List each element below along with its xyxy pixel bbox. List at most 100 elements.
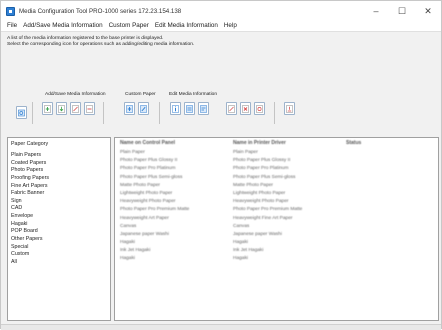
menu-add-save-media-information[interactable]: Add/Save Media Information — [20, 22, 105, 29]
paper-category-item[interactable]: Coated Papers — [11, 160, 49, 168]
close-button[interactable]: ✕ — [415, 1, 441, 21]
control-panel-name-cell: Plain Paper — [120, 150, 145, 155]
paper-category-item[interactable]: Other Papers — [11, 236, 49, 244]
hide-media-icon — [228, 104, 235, 113]
paper-category-item[interactable]: All — [11, 259, 49, 267]
table-row[interactable]: Plain Paper Plain Paper — [115, 149, 438, 157]
driver-name-cell: Photo Paper Pro Platinum — [233, 166, 289, 172]
window-controls: – ☐ ✕ — [363, 1, 441, 21]
driver-name-cell: Heavyweight Photo Paper — [233, 199, 289, 205]
control-panel-name-cell: Canvas — [120, 223, 137, 229]
paper-category-item[interactable]: Fine Art Papers — [11, 183, 49, 191]
menu-edit-media-information[interactable]: Edit Media Information — [152, 22, 221, 29]
info-toolbar-panel: A list of the media information register… — [1, 31, 441, 133]
column-header-driver-name[interactable]: Name in Printer Driver — [233, 140, 286, 146]
menu-bar: File Add/Save Media Information Custom P… — [1, 20, 441, 31]
table-row[interactable]: Heavyweight Photo Paper Heavyweight Photo… — [115, 198, 438, 206]
table-row[interactable]: Photo Paper Plus Semi-gloss Photo Paper P… — [115, 174, 438, 182]
group-label-custom-paper: Custom Paper — [125, 92, 156, 97]
control-panel-name-cell: Ink Jet Hagaki — [120, 248, 151, 254]
paper-category-pane: Paper Category Plain Papers Coated Papers… — [7, 137, 111, 321]
group-label-edit-media: Edit Media Information — [169, 92, 217, 97]
paper-category-item[interactable]: Custom — [11, 251, 49, 259]
refresh-list-icon — [18, 109, 25, 116]
table-row[interactable]: Lightweight Photo Paper Lightweight Photo… — [115, 190, 438, 198]
add-custom-paper-button[interactable] — [124, 102, 135, 115]
media-table-body: Plain Paper Plain Paper Photo Paper Plus G… — [115, 149, 438, 264]
status-bar — [1, 324, 441, 330]
paper-category-item[interactable]: Special — [11, 244, 49, 252]
export-media-button[interactable] — [84, 102, 95, 115]
hide-media-button[interactable] — [226, 102, 237, 115]
table-row[interactable]: Photo Paper Pro Premium Matte Photo Paper… — [115, 206, 438, 214]
column-header-status[interactable]: Status — [346, 140, 361, 146]
control-panel-name-cell: Hagaki — [120, 256, 135, 262]
maximize-button[interactable]: ☐ — [389, 1, 415, 21]
driver-name-cell: Plain Paper — [233, 150, 258, 155]
paper-category-item[interactable]: CAD — [11, 205, 49, 213]
table-row[interactable]: Ink Jet Hagaki Ink Jet Hagaki — [115, 247, 438, 255]
custom-paper-edit-icon — [140, 104, 147, 113]
table-row[interactable]: Matte Photo Paper Matte Photo Paper — [115, 182, 438, 190]
restore-media-button[interactable] — [254, 102, 265, 115]
info-text-line2: Select the corresponding icon for operat… — [7, 42, 195, 47]
column-header-control-panel-name[interactable]: Name on Control Panel — [120, 140, 175, 146]
group-label-add-save: Add/Save Media Information — [45, 92, 106, 97]
move-media-up-button[interactable] — [184, 102, 195, 115]
export-media-icon — [86, 104, 93, 113]
save-media-button[interactable] — [56, 102, 67, 115]
paper-category-item[interactable]: POP Board — [11, 228, 49, 236]
table-row[interactable]: Photo Paper Pro Platinum Photo Paper Pro … — [115, 165, 438, 173]
control-panel-name-cell: Matte Photo Paper — [120, 182, 160, 188]
delete-media-button[interactable] — [240, 102, 251, 115]
menu-file[interactable]: File — [1, 22, 20, 29]
reset-media-button[interactable] — [284, 102, 295, 115]
paper-category-item[interactable]: Photo Papers — [11, 167, 49, 175]
driver-name-cell: Japanese paper Washi — [233, 231, 282, 237]
driver-name-cell: Photo Paper Pro Premium Matte — [233, 207, 303, 213]
paper-category-item[interactable]: Fabric Banner — [11, 190, 49, 198]
add-media-button[interactable] — [42, 102, 53, 115]
edit-custom-paper-button[interactable] — [138, 102, 149, 115]
table-row[interactable]: Heavyweight Art Paper Heavyweight Fine Ar… — [115, 215, 438, 223]
app-icon — [6, 6, 15, 16]
control-panel-name-cell: Heavyweight Art Paper — [120, 215, 169, 221]
paper-category-item[interactable]: Envelope — [11, 213, 49, 221]
content-area: Paper Category Plain Papers Coated Papers… — [1, 132, 441, 324]
move-media-down-button[interactable] — [198, 102, 209, 115]
restore-icon — [256, 104, 263, 113]
table-row[interactable]: Japanese paper Washi Japanese paper Washi — [115, 231, 438, 239]
driver-name-cell: Hagaki — [233, 240, 248, 246]
control-panel-name-cell: Japanese paper Washi — [120, 231, 169, 237]
driver-name-cell: Ink Jet Hagaki — [233, 248, 264, 254]
toolbar-separator — [32, 102, 33, 124]
info-icon — [172, 104, 179, 113]
driver-name-cell: Hagaki — [233, 256, 248, 262]
add-media-icon — [44, 104, 51, 113]
minimize-button[interactable]: – — [363, 1, 389, 21]
media-table-header: Name on Control Panel Name in Printer Dr… — [115, 138, 438, 148]
menu-custom-paper[interactable]: Custom Paper — [106, 22, 152, 29]
control-panel-name-cell: Hagaki — [120, 240, 135, 246]
toolbar-separator — [274, 102, 275, 124]
paper-category-item[interactable]: Hagaki — [11, 221, 49, 229]
media-properties-button[interactable] — [170, 102, 181, 115]
delete-icon — [242, 104, 249, 113]
driver-name-cell: Canvas — [233, 223, 250, 229]
table-row[interactable]: Hagaki Hagaki — [115, 255, 438, 263]
paper-category-item[interactable]: Sign — [11, 198, 49, 206]
import-media-button[interactable] — [70, 102, 81, 115]
driver-name-cell: Photo Paper Plus Glossy II — [233, 158, 291, 164]
toolbar-separator — [103, 102, 104, 124]
window-title: Media Configuration Tool PRO-1000 series… — [19, 7, 182, 15]
move-down-icon — [200, 104, 207, 113]
table-row[interactable]: Hagaki Hagaki — [115, 239, 438, 247]
table-row[interactable]: Canvas Canvas — [115, 223, 438, 231]
menu-help[interactable]: Help — [221, 22, 240, 29]
table-row[interactable]: Photo Paper Plus Glossy II Photo Paper Pl… — [115, 157, 438, 165]
paper-category-item[interactable]: Plain Papers — [11, 152, 49, 160]
paper-category-item[interactable]: Proofing Papers — [11, 175, 49, 183]
media-list-button[interactable] — [16, 106, 27, 119]
driver-name-cell: Heavyweight Fine Art Paper — [233, 215, 293, 221]
save-media-icon — [58, 104, 65, 113]
